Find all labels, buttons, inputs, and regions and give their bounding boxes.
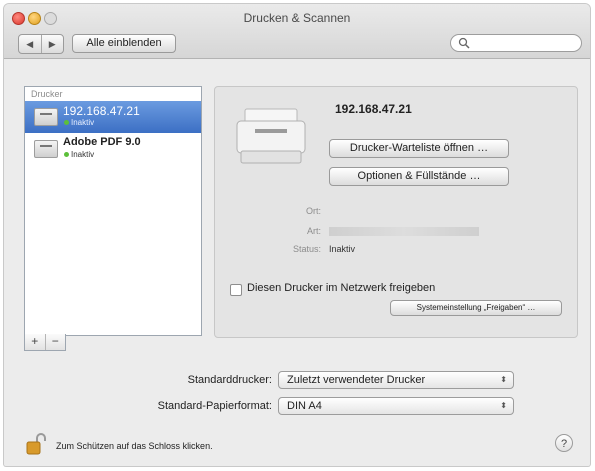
paper-size-label: Standard-Papierformat: bbox=[157, 400, 272, 412]
printer-title: 192.168.47.21 bbox=[335, 102, 412, 116]
title-bar: Drucken & Scannen ◀ ▶ Alle einblenden bbox=[4, 4, 590, 59]
search-field[interactable] bbox=[450, 34, 582, 52]
printer-icon bbox=[34, 140, 58, 158]
printer-icon bbox=[236, 108, 306, 164]
printer-list-item[interactable]: Adobe PDF 9.0 Inaktiv bbox=[25, 133, 201, 165]
add-printer-button[interactable]: + bbox=[25, 334, 45, 350]
search-icon bbox=[458, 37, 470, 49]
printer-list-header: Drucker bbox=[31, 89, 63, 99]
printer-list: Drucker 192.168.47.21 Inaktiv Adobe PDF … bbox=[24, 86, 202, 336]
default-printer-value: Zuletzt verwendeter Drucker bbox=[287, 374, 426, 386]
sharing-preferences-button[interactable]: Systemeinstellung „Freigaben“ … bbox=[390, 300, 562, 316]
printer-list-item[interactable]: 192.168.47.21 Inaktiv bbox=[25, 101, 201, 133]
search-input[interactable] bbox=[473, 36, 577, 52]
help-button[interactable]: ? bbox=[555, 434, 573, 452]
options-supplies-button[interactable]: Optionen & Füllstände … bbox=[329, 167, 509, 186]
printer-icon bbox=[34, 108, 58, 126]
default-printer-label: Standarddrucker: bbox=[187, 374, 272, 386]
updown-arrows-icon: ⬍ bbox=[500, 375, 507, 384]
type-label: Art: bbox=[306, 226, 321, 236]
lock-icon[interactable] bbox=[26, 432, 46, 456]
share-printer-checkbox[interactable] bbox=[230, 284, 242, 296]
redacted-type-value bbox=[329, 227, 479, 236]
preferences-window: Drucken & Scannen ◀ ▶ Alle einblenden Dr… bbox=[4, 4, 590, 466]
status-label: Status: bbox=[292, 244, 321, 254]
default-printer-select[interactable]: Zuletzt verwendeter Drucker ⬍ bbox=[278, 371, 514, 389]
share-printer-label[interactable]: Diesen Drucker im Netzwerk freigeben bbox=[247, 282, 435, 294]
status-dot-icon bbox=[64, 152, 69, 157]
status-dot-icon bbox=[64, 120, 69, 125]
paper-size-value: DIN A4 bbox=[287, 400, 322, 412]
add-remove-control: + − bbox=[24, 334, 66, 351]
printer-name: Adobe PDF 9.0 bbox=[63, 136, 141, 148]
forward-arrow-icon[interactable]: ▶ bbox=[40, 35, 64, 53]
remove-printer-button[interactable]: − bbox=[44, 334, 66, 350]
status-value: Inaktiv bbox=[329, 244, 356, 254]
printer-name: 192.168.47.21 bbox=[63, 104, 140, 118]
printer-status: Inaktiv bbox=[71, 118, 95, 127]
open-print-queue-button[interactable]: Drucker-Warteliste öffnen … bbox=[329, 139, 509, 158]
printer-status: Inaktiv bbox=[71, 150, 95, 159]
printer-detail-panel: 192.168.47.21 Drucker-Warteliste öffnen … bbox=[214, 86, 578, 338]
updown-arrows-icon: ⬍ bbox=[500, 401, 507, 410]
lock-hint-text: Zum Schützen auf das Schloss klicken. bbox=[56, 441, 213, 451]
location-label: Ort: bbox=[306, 206, 321, 216]
window-title: Drucken & Scannen bbox=[243, 11, 351, 25]
show-all-button[interactable]: Alle einblenden bbox=[72, 34, 176, 53]
back-arrow-icon[interactable]: ◀ bbox=[19, 35, 41, 53]
paper-size-select[interactable]: DIN A4 ⬍ bbox=[278, 397, 514, 415]
back-forward-control: ◀ ▶ bbox=[18, 34, 64, 54]
